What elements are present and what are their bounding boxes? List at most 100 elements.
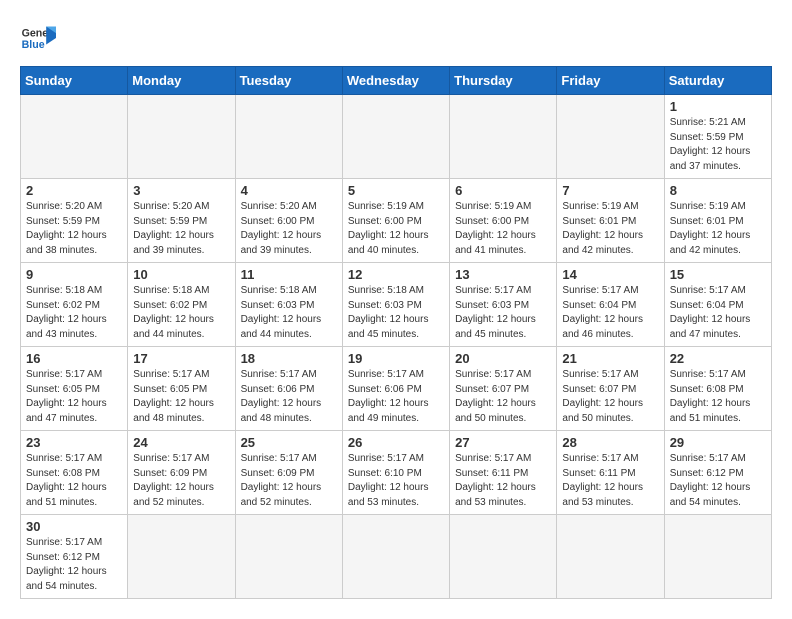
calendar-cell: 17Sunrise: 5:17 AM Sunset: 6:05 PM Dayli… [128, 347, 235, 431]
day-number: 28 [562, 435, 658, 450]
calendar-cell [235, 95, 342, 179]
day-info: Sunrise: 5:18 AM Sunset: 6:03 PM Dayligh… [241, 284, 337, 342]
calendar-cell [128, 515, 235, 599]
calendar-cell [235, 515, 342, 599]
day-number: 8 [670, 183, 766, 198]
calendar-cell: 29 Sunrise: 5:17 AM Sunset: 6:12 PM Dayli… [664, 431, 771, 515]
week-row-5: 23 Sunrise: 5:17 AM Sunset: 6:08 PM Dayli… [21, 431, 772, 515]
day-info: Sunrise: 5:17 AM Sunset: 6:04 PM Dayligh… [562, 284, 658, 342]
day-info: Sunrise: 5:17 AM Sunset: 6:06 PM Dayligh… [241, 368, 337, 426]
day-number: 18 [241, 351, 337, 366]
day-number: 9 [26, 267, 122, 282]
calendar-cell: 27Sunrise: 5:17 AM Sunset: 6:11 PM Dayli… [450, 431, 557, 515]
day-info: Sunrise: 5:17 AM Sunset: 6:08 PM Dayligh… [26, 452, 122, 510]
day-info: Sunrise: 5:17 AM Sunset: 6:11 PM Dayligh… [562, 452, 658, 510]
calendar-cell: 20Sunrise: 5:17 AM Sunset: 6:07 PM Dayli… [450, 347, 557, 431]
day-number: 30 [26, 519, 122, 534]
calendar-cell: 22 Sunrise: 5:17 AM Sunset: 6:08 PM Dayli… [664, 347, 771, 431]
calendar-cell: 7 Sunrise: 5:19 AM Sunset: 6:01 PM Daylig… [557, 179, 664, 263]
day-number: 5 [348, 183, 444, 198]
calendar-cell: 13Sunrise: 5:17 AM Sunset: 6:03 PM Dayli… [450, 263, 557, 347]
calendar-cell: 18 Sunrise: 5:17 AM Sunset: 6:06 PM Dayli… [235, 347, 342, 431]
day-info: Sunrise: 5:20 AM Sunset: 5:59 PM Dayligh… [26, 200, 122, 258]
week-row-6: 30 Sunrise: 5:17 AM Sunset: 6:12 PM Dayli… [21, 515, 772, 599]
day-number: 12 [348, 267, 444, 282]
calendar-cell: 12 Sunrise: 5:18 AM Sunset: 6:03 PM Dayli… [342, 263, 449, 347]
day-number: 19 [348, 351, 444, 366]
logo-icon: General Blue [20, 20, 56, 56]
day-info: Sunrise: 5:20 AM Sunset: 5:59 PM Dayligh… [133, 200, 229, 258]
day-number: 15 [670, 267, 766, 282]
day-number: 3 [133, 183, 229, 198]
day-number: 25 [241, 435, 337, 450]
day-number: 23 [26, 435, 122, 450]
day-info: Sunrise: 5:17 AM Sunset: 6:06 PM Dayligh… [348, 368, 444, 426]
calendar-cell: 14 Sunrise: 5:17 AM Sunset: 6:04 PM Dayli… [557, 263, 664, 347]
day-info: Sunrise: 5:17 AM Sunset: 6:10 PM Dayligh… [348, 452, 444, 510]
day-info: Sunrise: 5:19 AM Sunset: 6:00 PM Dayligh… [348, 200, 444, 258]
calendar-cell: 9 Sunrise: 5:18 AM Sunset: 6:02 PM Daylig… [21, 263, 128, 347]
day-info: Sunrise: 5:17 AM Sunset: 6:08 PM Dayligh… [670, 368, 766, 426]
calendar-cell: 30 Sunrise: 5:17 AM Sunset: 6:12 PM Dayli… [21, 515, 128, 599]
day-info: Sunrise: 5:19 AM Sunset: 6:01 PM Dayligh… [670, 200, 766, 258]
day-number: 27 [455, 435, 551, 450]
weekday-header-friday: Friday [557, 67, 664, 95]
weekday-header-row: SundayMondayTuesdayWednesdayThursdayFrid… [21, 67, 772, 95]
weekday-header-sunday: Sunday [21, 67, 128, 95]
logo: General Blue [20, 20, 56, 56]
weekday-header-wednesday: Wednesday [342, 67, 449, 95]
calendar-cell: 28 Sunrise: 5:17 AM Sunset: 6:11 PM Dayli… [557, 431, 664, 515]
calendar-cell [21, 95, 128, 179]
day-number: 7 [562, 183, 658, 198]
svg-text:Blue: Blue [22, 39, 45, 51]
day-number: 6 [455, 183, 551, 198]
day-info: Sunrise: 5:19 AM Sunset: 6:01 PM Dayligh… [562, 200, 658, 258]
calendar-cell [557, 515, 664, 599]
week-row-1: 1Sunrise: 5:21 AM Sunset: 5:59 PM Daylig… [21, 95, 772, 179]
day-number: 11 [241, 267, 337, 282]
day-info: Sunrise: 5:20 AM Sunset: 6:00 PM Dayligh… [241, 200, 337, 258]
calendar-cell: 15Sunrise: 5:17 AM Sunset: 6:04 PM Dayli… [664, 263, 771, 347]
weekday-header-monday: Monday [128, 67, 235, 95]
calendar-cell [664, 515, 771, 599]
day-info: Sunrise: 5:17 AM Sunset: 6:12 PM Dayligh… [670, 452, 766, 510]
day-number: 17 [133, 351, 229, 366]
day-number: 22 [670, 351, 766, 366]
day-info: Sunrise: 5:17 AM Sunset: 6:12 PM Dayligh… [26, 536, 122, 594]
day-number: 1 [670, 99, 766, 114]
day-number: 21 [562, 351, 658, 366]
calendar-cell [128, 95, 235, 179]
day-info: Sunrise: 5:18 AM Sunset: 6:02 PM Dayligh… [133, 284, 229, 342]
day-number: 26 [348, 435, 444, 450]
calendar-cell: 24Sunrise: 5:17 AM Sunset: 6:09 PM Dayli… [128, 431, 235, 515]
day-info: Sunrise: 5:18 AM Sunset: 6:02 PM Dayligh… [26, 284, 122, 342]
day-info: Sunrise: 5:18 AM Sunset: 6:03 PM Dayligh… [348, 284, 444, 342]
week-row-2: 2 Sunrise: 5:20 AM Sunset: 5:59 PM Daylig… [21, 179, 772, 263]
calendar-cell: 4 Sunrise: 5:20 AM Sunset: 6:00 PM Daylig… [235, 179, 342, 263]
day-number: 2 [26, 183, 122, 198]
week-row-3: 9 Sunrise: 5:18 AM Sunset: 6:02 PM Daylig… [21, 263, 772, 347]
day-info: Sunrise: 5:17 AM Sunset: 6:03 PM Dayligh… [455, 284, 551, 342]
weekday-header-thursday: Thursday [450, 67, 557, 95]
day-number: 14 [562, 267, 658, 282]
day-number: 16 [26, 351, 122, 366]
day-number: 29 [670, 435, 766, 450]
calendar-cell: 26 Sunrise: 5:17 AM Sunset: 6:10 PM Dayli… [342, 431, 449, 515]
day-number: 4 [241, 183, 337, 198]
day-info: Sunrise: 5:19 AM Sunset: 6:00 PM Dayligh… [455, 200, 551, 258]
day-number: 10 [133, 267, 229, 282]
calendar-cell [450, 515, 557, 599]
week-row-4: 16 Sunrise: 5:17 AM Sunset: 6:05 PM Dayli… [21, 347, 772, 431]
calendar-cell: 3 Sunrise: 5:20 AM Sunset: 5:59 PM Daylig… [128, 179, 235, 263]
calendar-cell: 2 Sunrise: 5:20 AM Sunset: 5:59 PM Daylig… [21, 179, 128, 263]
page-header: General Blue [20, 20, 772, 56]
calendar-cell [557, 95, 664, 179]
day-number: 20 [455, 351, 551, 366]
calendar-cell: 10 Sunrise: 5:18 AM Sunset: 6:02 PM Dayli… [128, 263, 235, 347]
calendar-cell: 23 Sunrise: 5:17 AM Sunset: 6:08 PM Dayli… [21, 431, 128, 515]
day-info: Sunrise: 5:17 AM Sunset: 6:09 PM Dayligh… [133, 452, 229, 510]
calendar-cell [342, 95, 449, 179]
calendar-cell: 8 Sunrise: 5:19 AM Sunset: 6:01 PM Daylig… [664, 179, 771, 263]
day-info: Sunrise: 5:17 AM Sunset: 6:05 PM Dayligh… [26, 368, 122, 426]
calendar-cell: 11 Sunrise: 5:18 AM Sunset: 6:03 PM Dayli… [235, 263, 342, 347]
